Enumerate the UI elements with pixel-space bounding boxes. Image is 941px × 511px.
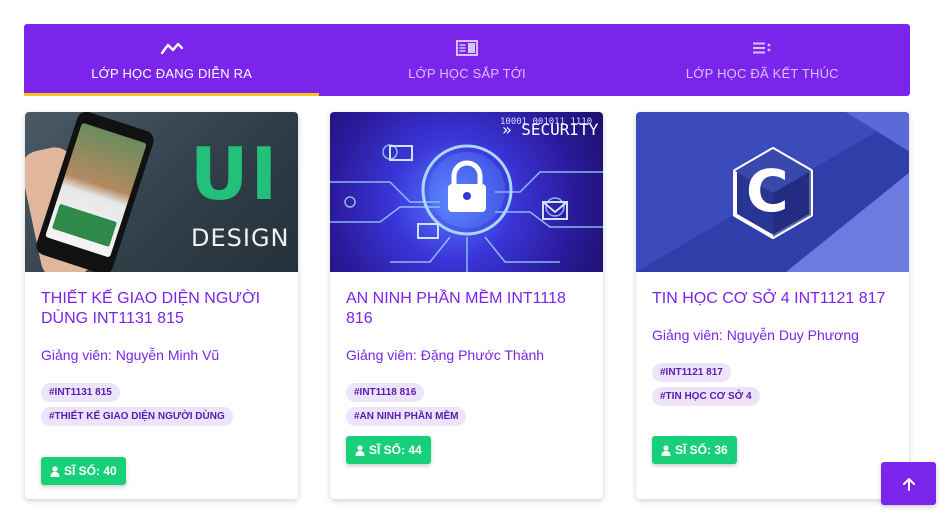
tab-upcoming-label: LỚP HỌC SẮP TỚI (408, 66, 526, 81)
card-thumbnail-c-language: C (636, 112, 909, 272)
student-count: SĨ SỐ: 44 (369, 443, 422, 457)
tag-code[interactable]: #INT1118 816 (346, 383, 425, 402)
tag-list: #INT1121 817 #TIN HỌC CƠ SỞ 4 (652, 363, 893, 406)
teacher-name: Giảng viên: Nguyễn Duy Phương (652, 327, 859, 343)
card-title[interactable]: TIN HỌC CƠ SỞ 4 INT1121 817 (652, 289, 893, 309)
card-title[interactable]: THIẾT KẾ GIAO DIỆN NGƯỜI DÙNG INT1131 81… (41, 289, 282, 329)
ui-logo-text: UI (190, 132, 280, 216)
student-count-badge: SĨ SỐ: 44 (346, 436, 431, 464)
card-thumbnail-ui-design: UI DESIGN (25, 112, 298, 272)
student-count-badge: SĨ SỐ: 36 (652, 436, 737, 464)
class-card[interactable]: C TIN HỌC CƠ SỞ 4 INT1121 817 Giảng viên… (636, 112, 909, 499)
design-logo-text: DESIGN (191, 224, 290, 252)
tag-list: #INT1131 815 #THIẾT KẾ GIAO DIỆN NGƯỜI D… (41, 383, 282, 426)
student-count: SĨ SỐ: 40 (64, 464, 117, 478)
tag-subject[interactable]: #TIN HỌC CƠ SỞ 4 (652, 387, 760, 406)
c-logo-letter: C (746, 157, 789, 225)
security-logo-text: » SECURITY (502, 120, 599, 139)
user-icon (661, 444, 671, 456)
class-tabs: LỚP HỌC ĐANG DIỄN RA LỚP HỌC SẮP TỚI LỚP… (24, 24, 910, 96)
card-thumbnail-security: 10001 001011 1110 » SECURITY (330, 112, 603, 272)
list-check-icon (750, 39, 774, 57)
calendar-panel-icon (455, 39, 479, 57)
tab-ongoing-label: LỚP HỌC ĐANG DIỄN RA (91, 66, 253, 81)
class-card[interactable]: UI DESIGN THIẾT KẾ GIAO DIỆN NGƯỜI DÙNG … (25, 112, 298, 499)
student-count: SĨ SỐ: 36 (675, 443, 728, 457)
user-icon (355, 444, 365, 456)
tag-list: #INT1118 816 #AN NINH PHẦN MỀM (346, 383, 587, 426)
tag-code[interactable]: #INT1121 817 (652, 363, 731, 382)
card-title[interactable]: AN NINH PHẦN MỀM INT1118 816 (346, 289, 587, 329)
tag-subject[interactable]: #THIẾT KẾ GIAO DIỆN NGƯỜI DÙNG (41, 407, 233, 426)
class-card[interactable]: 10001 001011 1110 » SECURITY AN NINH PHẦ… (330, 112, 603, 499)
tab-ongoing[interactable]: LỚP HỌC ĐANG DIỄN RA (24, 24, 320, 96)
teacher-name: Giảng viên: Đặng Phước Thành (346, 347, 545, 363)
user-icon (50, 465, 60, 477)
trend-line-icon (160, 39, 184, 57)
tab-finished[interactable]: LỚP HỌC ĐÃ KẾT THÚC (615, 24, 910, 96)
student-count-badge: SĨ SỐ: 40 (41, 457, 126, 485)
tag-code[interactable]: #INT1131 815 (41, 383, 120, 402)
tab-upcoming[interactable]: LỚP HỌC SẮP TỚI (319, 24, 614, 96)
tag-subject[interactable]: #AN NINH PHẦN MỀM (346, 407, 467, 426)
teacher-name: Giảng viên: Nguyễn Minh Vũ (41, 347, 220, 363)
phone-shape (33, 112, 157, 272)
scroll-to-top-button[interactable] (881, 462, 936, 505)
tab-finished-label: LỚP HỌC ĐÃ KẾT THÚC (685, 66, 839, 81)
arrow-up-icon (902, 477, 915, 491)
